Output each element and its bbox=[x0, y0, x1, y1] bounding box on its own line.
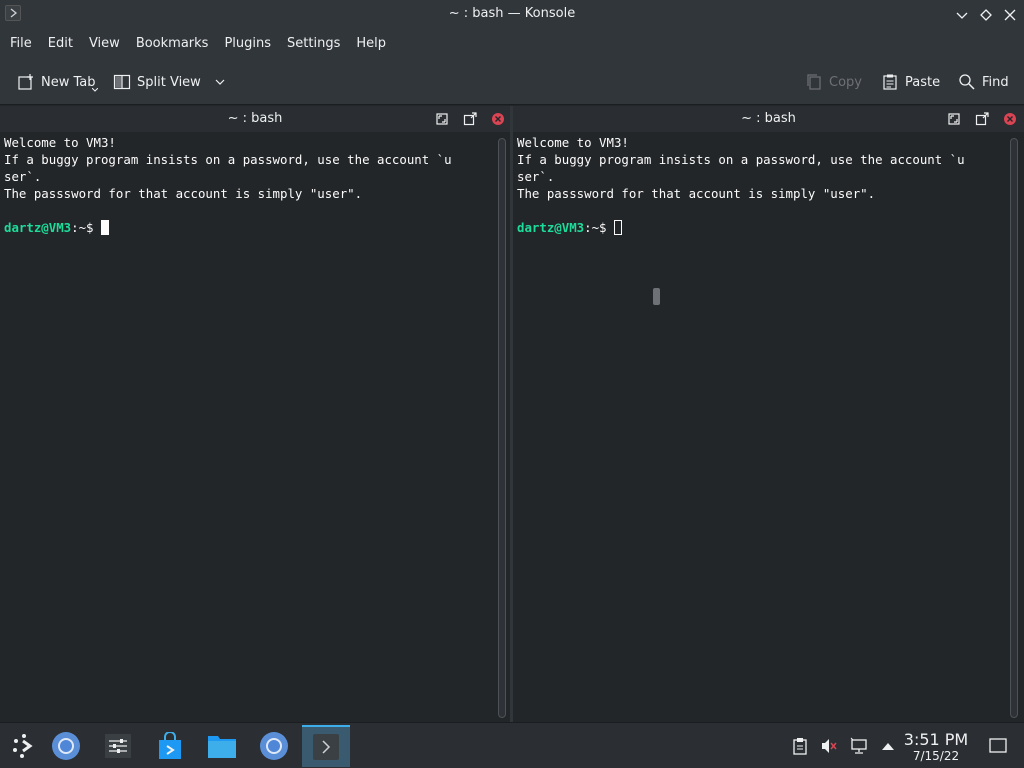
prompt-line: dartz@VM3:~$ bbox=[4, 219, 452, 236]
terminal-cursor bbox=[613, 220, 622, 235]
prompt-line: dartz@VM3:~$ bbox=[517, 219, 965, 236]
menu-bar: File Edit View Bookmarks Plugins Setting… bbox=[0, 30, 1024, 58]
terminal-line: Welcome to VM3! bbox=[517, 135, 629, 150]
scrollbar[interactable] bbox=[498, 138, 506, 718]
detach-pane-button[interactable] bbox=[973, 110, 991, 128]
show-desktop-icon bbox=[989, 738, 1007, 753]
menu-settings[interactable]: Settings bbox=[279, 30, 348, 58]
task-store[interactable] bbox=[146, 725, 194, 767]
mixer-icon bbox=[105, 734, 131, 758]
app-launcher-button[interactable] bbox=[0, 725, 48, 767]
maximize-pane-button[interactable] bbox=[433, 110, 451, 128]
menu-help[interactable]: Help bbox=[348, 30, 394, 58]
maximize-button[interactable] bbox=[976, 5, 996, 25]
chevron-down-icon bbox=[215, 79, 225, 85]
copy-icon bbox=[804, 72, 824, 92]
find-button[interactable]: Find bbox=[957, 70, 1009, 94]
terminal-pane-right[interactable]: ~ : bash Welcome to VM3! If a buggy progr… bbox=[513, 106, 1024, 722]
scrollbar[interactable] bbox=[1010, 138, 1018, 718]
window-titlebar[interactable]: ~ : bash — Konsole bbox=[0, 0, 1024, 30]
app-launcher-icon bbox=[13, 734, 33, 758]
dropdown-arrow-icon bbox=[92, 88, 98, 92]
task-files[interactable] bbox=[198, 725, 246, 767]
detach-icon bbox=[463, 112, 477, 126]
task-chromium-2[interactable] bbox=[250, 725, 298, 767]
detach-pane-button[interactable] bbox=[461, 110, 479, 128]
maximize-pane-button[interactable] bbox=[945, 110, 963, 128]
find-label: Find bbox=[982, 74, 1009, 90]
tray-clipboard[interactable] bbox=[790, 736, 810, 756]
new-tab-label: New Tab bbox=[41, 74, 96, 90]
menu-edit[interactable]: Edit bbox=[40, 30, 81, 58]
prompt-user: dartz@VM3 bbox=[517, 220, 585, 235]
terminal-line: The passsword for that account is simply… bbox=[517, 186, 876, 201]
diamond-icon bbox=[980, 9, 992, 21]
terminal-pane-left[interactable]: ~ : bash Welcome to VM3! If a buggy progr… bbox=[0, 106, 510, 722]
clock-date: 7/15/22 bbox=[912, 749, 960, 763]
files-icon bbox=[208, 736, 236, 758]
prompt-user: dartz@VM3 bbox=[4, 220, 72, 235]
chromium-icon bbox=[260, 732, 288, 760]
close-circle-icon bbox=[492, 113, 504, 125]
network-icon bbox=[850, 737, 867, 754]
volume-muted-icon bbox=[822, 739, 837, 753]
new-tab-button[interactable]: New Tab bbox=[16, 70, 98, 94]
task-mixer[interactable] bbox=[94, 725, 142, 767]
minimize-button[interactable] bbox=[952, 5, 972, 25]
close-window-button[interactable] bbox=[1000, 5, 1020, 25]
clock[interactable]: 3:51 PM 7/15/22 bbox=[900, 730, 972, 764]
close-pane-button[interactable] bbox=[489, 110, 507, 128]
chromium-icon bbox=[52, 732, 80, 760]
main-toolbar: New Tab Split View Copy Paste Find bbox=[0, 58, 1024, 105]
tray-expand[interactable] bbox=[878, 736, 898, 756]
maximize-icon bbox=[948, 113, 960, 125]
pane-header: ~ : bash bbox=[0, 106, 510, 132]
terminal-output[interactable]: Welcome to VM3! If a buggy program insist… bbox=[4, 134, 452, 236]
menu-file[interactable]: File bbox=[2, 30, 40, 58]
terminal-line: ser`. bbox=[517, 169, 555, 184]
terminal-line: If a buggy program insists on a password… bbox=[517, 152, 965, 167]
paste-label: Paste bbox=[905, 74, 941, 90]
prompt-path: :~$ bbox=[584, 220, 614, 235]
terminal-line: ser`. bbox=[4, 169, 42, 184]
task-konsole[interactable] bbox=[302, 725, 350, 767]
clipboard-icon bbox=[793, 738, 807, 755]
split-view-label: Split View bbox=[137, 74, 201, 90]
window-title: ~ : bash — Konsole bbox=[448, 6, 576, 21]
store-icon bbox=[159, 732, 181, 759]
terminal-line: The passsword for that account is simply… bbox=[4, 186, 363, 201]
arrow-up-icon bbox=[882, 743, 894, 750]
search-icon bbox=[957, 72, 977, 92]
new-tab-icon bbox=[16, 72, 36, 92]
maximize-icon bbox=[436, 113, 448, 125]
prompt-path: :~$ bbox=[71, 220, 101, 235]
detach-icon bbox=[975, 112, 989, 126]
copy-button[interactable]: Copy bbox=[804, 70, 862, 94]
chevron-down-icon bbox=[956, 12, 968, 19]
menu-view[interactable]: View bbox=[81, 30, 128, 58]
pane-header: ~ : bash bbox=[513, 106, 1024, 132]
terminal-line: If a buggy program insists on a password… bbox=[4, 152, 452, 167]
menu-bookmarks[interactable]: Bookmarks bbox=[128, 30, 217, 58]
taskbar: 3:51 PM 7/15/22 bbox=[0, 722, 1024, 768]
konsole-icon bbox=[313, 734, 339, 760]
tray-volume[interactable] bbox=[819, 736, 839, 756]
close-circle-icon bbox=[1004, 113, 1016, 125]
tray-network[interactable] bbox=[849, 736, 869, 756]
paste-icon bbox=[880, 72, 900, 92]
close-pane-button[interactable] bbox=[1001, 110, 1019, 128]
mouse-ibeam-cursor bbox=[653, 288, 660, 305]
terminal-line: Welcome to VM3! bbox=[4, 135, 116, 150]
copy-label: Copy bbox=[829, 74, 862, 90]
terminal-cursor bbox=[100, 220, 109, 235]
clock-time: 3:51 PM bbox=[903, 730, 969, 749]
close-icon bbox=[1004, 9, 1016, 21]
paste-button[interactable]: Paste bbox=[880, 70, 940, 94]
task-chromium[interactable] bbox=[42, 725, 90, 767]
terminal-output[interactable]: Welcome to VM3! If a buggy program insist… bbox=[517, 134, 965, 236]
split-view-button[interactable]: Split View bbox=[112, 70, 225, 94]
menu-plugins[interactable]: Plugins bbox=[216, 30, 279, 58]
split-view-icon bbox=[112, 72, 132, 92]
show-desktop-button[interactable] bbox=[988, 736, 1008, 756]
